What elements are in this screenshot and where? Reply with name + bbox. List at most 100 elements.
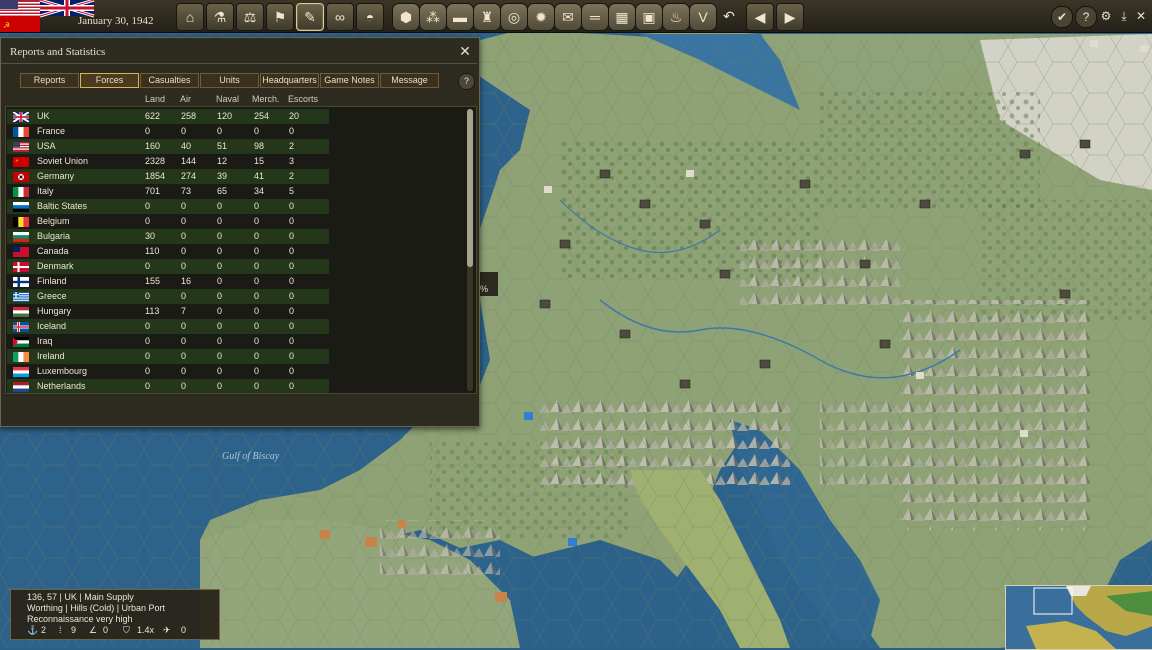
undo-button[interactable]: ↶ [716,3,742,29]
hex-location-line: Worthing | Hills (Cold) | Urban Port [27,603,166,613]
table-row[interactable]: UK 622 258 120 254 20 [7,109,329,124]
cell-merch: 34 [254,186,265,196]
cell-air: 16 [181,276,192,286]
diplomacy-button[interactable]: ⚖ [236,3,264,31]
research-button[interactable]: ⚗ [206,3,234,31]
cell-land: 155 [145,276,161,286]
next-button[interactable]: ▶ [776,3,804,31]
country-name: Bulgaria [37,231,71,241]
country-name: Netherlands [37,381,86,391]
reports-icon: ✎ [304,8,316,25]
panel-help-button[interactable]: ? [458,73,475,90]
cell-naval: 0 [217,126,223,136]
intel-button[interactable]: ∞ [326,3,354,31]
table-row[interactable]: Canada 110 0 0 0 0 [7,244,329,259]
objectives-button[interactable]: ⚑ [266,3,294,31]
table-row[interactable]: Hungary 113 7 0 0 0 [7,304,329,319]
cell-land: 622 [145,111,161,121]
greece-flag-icon [13,292,29,302]
helmet-button[interactable]: ◓ [356,3,384,31]
victory-button[interactable]: V [689,3,717,31]
hex-lines-button[interactable]: ═ [581,3,609,31]
table-scrollbar[interactable] [467,109,473,391]
hex-fort-button[interactable]: ♜ [473,3,501,31]
cell-air: 0 [181,261,187,271]
hex-frame-button[interactable]: ▣ [635,3,663,31]
cell-naval: 0 [217,336,223,346]
table-row[interactable]: Germany 1854 274 39 41 2 [7,169,329,184]
exit-button[interactable]: ✕ [1131,6,1151,26]
cell-naval: 0 [217,291,223,301]
table-row[interactable]: USA 160 40 51 98 2 [7,139,329,154]
uk-flag-icon [12,111,30,123]
cell-air: 0 [181,291,187,301]
settings-button[interactable]: ⚙ [1096,6,1116,26]
tab-units[interactable]: Units [200,73,259,88]
close-window-button[interactable]: ✕ [457,43,473,59]
cell-air: 0 [181,231,187,241]
hex-supply-button[interactable]: ✹ [527,3,555,31]
table-row[interactable]: Baltic States 0 0 0 0 0 [7,199,329,214]
table-row[interactable]: Italy 701 73 65 34 5 [7,184,329,199]
column-header-air: Air [180,94,191,104]
country-name: Greece [37,291,67,301]
table-row[interactable]: Finland 155 16 0 0 0 [7,274,329,289]
cell-land: 0 [145,366,151,376]
hex-fort-icon: ♜ [480,8,494,25]
help-button[interactable]: ? [1075,6,1097,28]
table-row[interactable]: ☭ Soviet Union 2328 144 12 15 3 [7,154,329,169]
scrollbar-thumb[interactable] [467,109,473,267]
previous-button[interactable]: ◀ [746,3,774,31]
country-name: Baltic States [37,201,88,211]
cell-land: 0 [145,291,151,301]
cell-escorts: 0 [289,276,295,286]
hex-mail-icon: ✉ [562,8,574,25]
germany-flag-icon [13,172,29,182]
production-icon: ⌂ [185,9,195,25]
title-divider [1,63,477,64]
table-row[interactable]: France 0 0 0 0 0 [7,124,329,139]
table-row[interactable]: Belgium 0 0 0 0 0 [7,214,329,229]
cell-air: 0 [181,336,187,346]
hex-group-icon: ⁂ [426,8,440,25]
country-name: Luxembourg [37,366,88,376]
cell-naval: 0 [217,201,223,211]
reports-button[interactable]: ✎ [296,3,324,31]
cell-naval: 12 [217,156,228,166]
cell-merch: 0 [254,321,260,331]
table-row[interactable]: Ireland 0 0 0 0 0 [7,349,329,364]
table-row[interactable]: Bulgaria 30 0 0 0 0 [7,229,329,244]
hex-fire-button[interactable]: ♨ [662,3,690,31]
hex-target-button[interactable]: ◎ [500,3,528,31]
cell-air: 0 [181,351,187,361]
window-title: Reports and Statistics [10,46,106,58]
production-button[interactable]: ⌂ [176,3,204,31]
minimap[interactable] [1005,585,1152,650]
hex-group-button[interactable]: ⁂ [419,3,447,31]
shield-icon: ⛉ [123,625,130,635]
cell-escorts: 0 [289,231,295,241]
hex-grid-icon: ▦ [615,8,629,25]
table-row[interactable]: Denmark 0 0 0 0 0 [7,259,329,274]
cell-land: 113 [145,306,160,316]
table-row[interactable]: Iraq 0 0 0 0 0 [7,334,329,349]
hex-tank-icon: ▬ [453,9,467,25]
cell-air: 0 [181,381,187,391]
hex-grid-button[interactable]: ▦ [608,3,636,31]
table-row[interactable]: Greece 0 0 0 0 0 [7,289,329,304]
hex-mail-button[interactable]: ✉ [554,3,582,31]
end-turn-button[interactable]: ✔ [1051,6,1073,28]
tab-game-notes[interactable]: Game Notes [320,73,379,88]
table-row[interactable]: Netherlands 0 0 0 0 0 [7,379,329,393]
cell-naval: 0 [217,351,223,361]
column-header-merch: Merch. [252,94,280,104]
tab-casualties[interactable]: Casualties [140,73,199,88]
tab-reports[interactable]: Reports [20,73,79,88]
hex-tank-button[interactable]: ▬ [446,3,474,31]
table-row[interactable]: Iceland 0 0 0 0 0 [7,319,329,334]
tab-message[interactable]: Message [380,73,439,88]
tab-headquarters[interactable]: Headquarters [260,73,319,88]
table-row[interactable]: Luxembourg 0 0 0 0 0 [7,364,329,379]
tab-forces[interactable]: Forces [80,73,139,88]
hex-build-button[interactable]: ⬢ [392,3,420,31]
